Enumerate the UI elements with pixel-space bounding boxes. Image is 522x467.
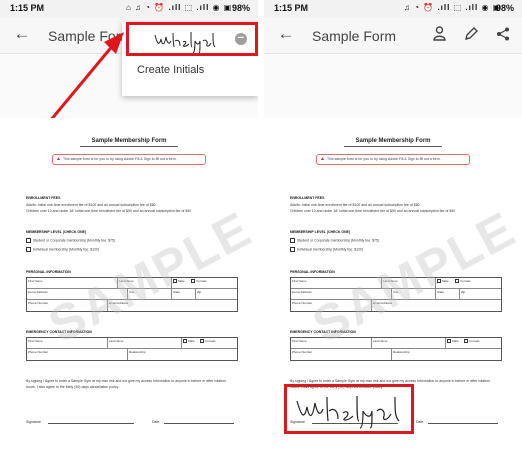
document-page: Sample Membership Form ▲ This sample for… xyxy=(0,118,258,467)
form-notice: ▲ This sample form is for you to try usi… xyxy=(52,154,206,165)
placed-signature[interactable] xyxy=(284,384,414,434)
pen-icon[interactable] xyxy=(460,27,482,44)
signature-label: Signature xyxy=(26,420,41,424)
date-label: Date xyxy=(152,420,160,424)
membership-option-2[interactable]: Individual membership (Monthly fee: $120… xyxy=(26,247,99,252)
share-icon[interactable] xyxy=(492,27,514,44)
battery-level: 98% xyxy=(495,3,514,13)
emergency-info-table: First Name Last Name Male Female Phone N… xyxy=(26,337,238,361)
form-title: Sample Membership Form xyxy=(355,138,431,144)
personal-heading: PERSONAL INFORMATION xyxy=(290,270,335,274)
left-screen: 1:15 PM ⌂ ♫ ◔ ⏰ .ıll ⬚ .ıll ◉ ▣ 98% ← Sa… xyxy=(0,0,258,467)
membership-option-2[interactable]: Individual membership (Monthly fee: $120… xyxy=(290,247,363,252)
personal-heading: PERSONAL INFORMATION xyxy=(26,270,71,274)
checkbox[interactable] xyxy=(26,238,31,243)
table-row: Phone Number Relationship xyxy=(27,349,237,360)
checkbox[interactable] xyxy=(290,247,295,252)
form-title: Sample Membership Form xyxy=(91,138,167,144)
membership-option-1[interactable]: Student or Corporate membership (Monthly… xyxy=(26,238,115,243)
toolbar xyxy=(422,26,514,44)
checkbox[interactable] xyxy=(26,247,31,252)
status-bar: 1:15 PM ♫ ◔ ⏰ .ıll ⬚ .ıll ◉ ▣ 98% xyxy=(264,0,522,18)
membership-heading: MEMBERSHIP LEVEL (CHECK ONE) xyxy=(26,230,87,234)
checkbox[interactable] xyxy=(290,238,295,243)
date-label: Date xyxy=(416,420,424,424)
enrollment-heading: ENROLLMENT FEES xyxy=(26,196,61,200)
back-arrow-icon[interactable]: ← xyxy=(276,24,296,46)
signature-image xyxy=(296,395,400,429)
table-row: Phone Number Relationship xyxy=(291,349,501,360)
membership-heading: MEMBERSHIP LEVEL (CHECK ONE) xyxy=(290,230,351,234)
enrollment-heading: ENROLLMENT FEES xyxy=(290,196,325,200)
right-screen: 1:15 PM ♫ ◔ ⏰ .ıll ⬚ .ıll ◉ ▣ 98% ← Samp… xyxy=(264,0,522,467)
app-bar: ← Sample Form xyxy=(264,18,522,54)
emergency-info-table: First Name Last Name Male Female Phone N… xyxy=(290,337,502,361)
document-page: Sample Membership Form ▲ This sample for… xyxy=(264,118,522,467)
person-icon[interactable] xyxy=(428,26,450,44)
status-time: 1:15 PM xyxy=(274,3,309,13)
agreement-text: By signing I Agree to enter a Sample Gym… xyxy=(26,379,226,389)
membership-option-1[interactable]: Student or Corporate membership (Monthly… xyxy=(290,238,379,243)
warning-icon: ▲ xyxy=(56,156,61,162)
status-icons: ♫ ◔ ⏰ .ıll ⬚ .ıll ◉ ▣ xyxy=(404,3,502,12)
form-notice: ▲ This sample form is for you to try usi… xyxy=(316,154,470,165)
warning-icon: ▲ xyxy=(320,156,325,162)
app-title: Sample Form xyxy=(312,28,397,44)
